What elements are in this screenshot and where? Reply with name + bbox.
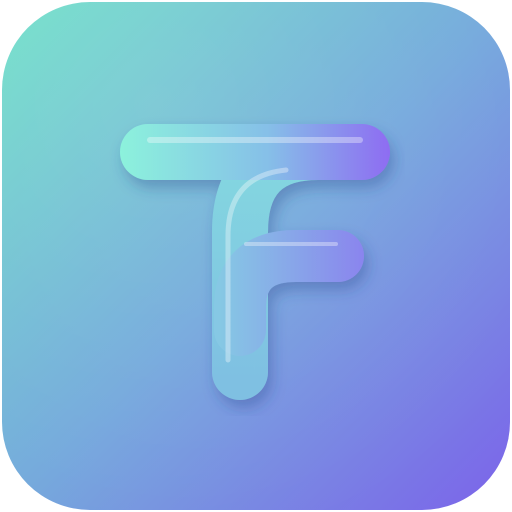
tf-app-icon[interactable] <box>0 0 512 512</box>
icon-canvas <box>0 0 512 512</box>
